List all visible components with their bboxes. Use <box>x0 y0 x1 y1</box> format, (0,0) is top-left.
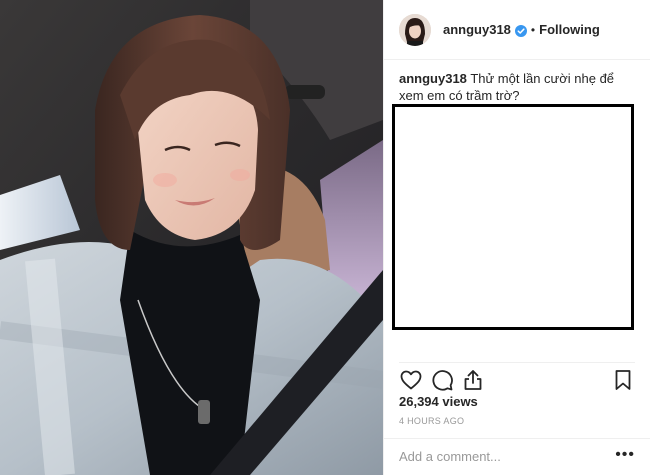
view-count[interactable]: 26,394 views <box>399 394 478 409</box>
caption-username[interactable]: annguy318 <box>399 71 467 86</box>
blank-comment-area <box>392 104 634 330</box>
separator-dot: • <box>530 22 536 37</box>
avatar[interactable] <box>399 13 431 46</box>
post-timestamp[interactable]: 4 HOURS AGO <box>399 416 464 426</box>
comment-input[interactable] <box>399 447 599 465</box>
following-button[interactable]: Following <box>539 22 600 37</box>
divider <box>399 362 635 363</box>
action-bar <box>399 368 635 392</box>
add-comment-bar: ••• <box>384 438 650 475</box>
bookmark-icon[interactable] <box>611 368 635 392</box>
post-caption: annguy318 Thử một lần cười nhẹ để xem em… <box>399 70 635 104</box>
post-header: annguy318 • Following <box>384 0 650 60</box>
comment-icon[interactable] <box>430 368 454 392</box>
heart-icon[interactable] <box>399 368 423 392</box>
avatar-image <box>399 13 431 46</box>
verified-badge-icon <box>514 24 527 37</box>
selfie-in-car-image <box>0 0 383 475</box>
instagram-post: annguy318 • Following annguy318 Thử một … <box>0 0 650 475</box>
username-link[interactable]: annguy318 <box>443 22 511 37</box>
more-options-icon[interactable]: ••• <box>615 447 635 463</box>
share-icon[interactable] <box>461 368 485 392</box>
post-sidebar: annguy318 • Following annguy318 Thử một … <box>383 0 650 475</box>
post-photo[interactable] <box>0 0 383 475</box>
